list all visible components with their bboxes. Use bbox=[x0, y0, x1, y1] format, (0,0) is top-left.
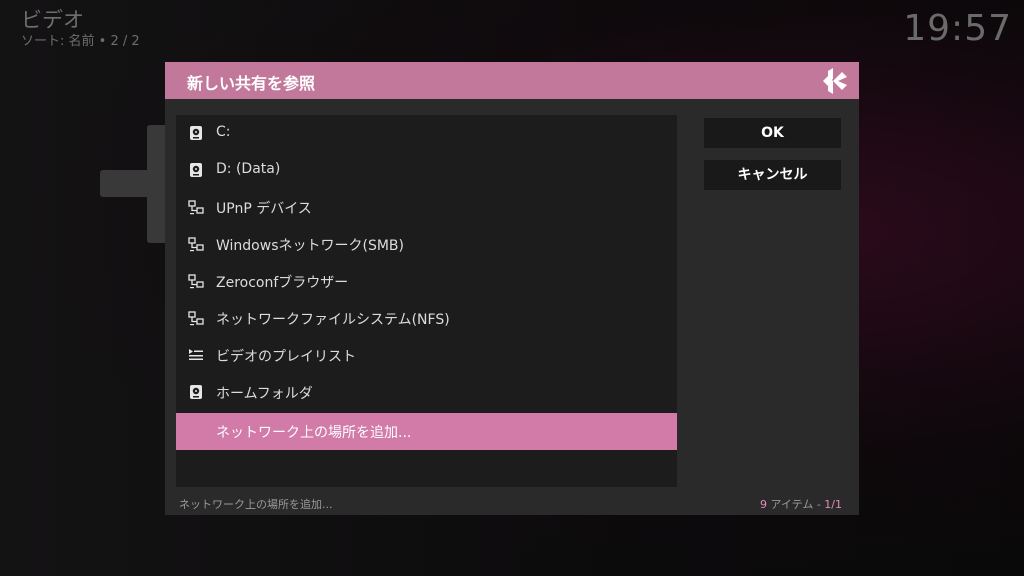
list-item-zeroconf[interactable]: Zeroconfブラウザー bbox=[176, 263, 677, 300]
item-count: 9 bbox=[759, 498, 767, 511]
list-item-label: UPnP デバイス bbox=[216, 201, 312, 217]
network-icon bbox=[188, 200, 204, 215]
list-item-label: Windowsネットワーク(SMB) bbox=[216, 238, 404, 254]
list-item-label: C: bbox=[216, 124, 231, 140]
page-indicator: 1/1 bbox=[824, 498, 842, 511]
list-item-label: D: (Data) bbox=[216, 161, 281, 177]
source-list: C: D: (Data) UPnP デバイス Windowsネットワーク(SMB… bbox=[176, 115, 677, 487]
add-source-plus-icon-bar bbox=[100, 170, 170, 197]
list-item-label: Zeroconfブラウザー bbox=[216, 275, 349, 291]
list-item-label: ネットワーク上の場所を追加... bbox=[216, 425, 412, 441]
network-icon bbox=[188, 274, 204, 289]
network-icon bbox=[188, 311, 204, 326]
list-item-label: ビデオのプレイリスト bbox=[216, 349, 356, 365]
item-count-word: アイテム - bbox=[766, 498, 825, 511]
list-item-smb[interactable]: Windowsネットワーク(SMB) bbox=[176, 226, 677, 263]
item-count-info: 9 アイテム - 1/1 bbox=[760, 496, 842, 512]
clock: 19:57 bbox=[903, 8, 1012, 49]
dialog-title: 新しい共有を参照 bbox=[187, 74, 316, 93]
selected-item-description: ネットワーク上の場所を追加... bbox=[179, 498, 333, 511]
browse-share-dialog: 新しい共有を参照 C: D: (Data) UPnP デバイス Windowsネ… bbox=[165, 62, 859, 515]
list-item-c-drive[interactable]: C: bbox=[176, 115, 677, 152]
list-item-nfs[interactable]: ネットワークファイルシステム(NFS) bbox=[176, 300, 677, 337]
kodi-logo-icon bbox=[823, 68, 847, 94]
list-item-video-playlists[interactable]: ビデオのプレイリスト bbox=[176, 337, 677, 374]
hard-drive-icon bbox=[190, 163, 202, 177]
network-icon bbox=[188, 237, 204, 252]
ok-button[interactable]: OK bbox=[704, 118, 841, 148]
playlist-icon bbox=[189, 349, 203, 360]
sort-info: ソート: 名前 • 2 / 2 bbox=[21, 34, 140, 49]
list-item-label: ネットワークファイルシステム(NFS) bbox=[216, 312, 450, 328]
dialog-header: 新しい共有を参照 bbox=[165, 62, 859, 99]
list-item-home-folder[interactable]: ホームフォルダ bbox=[176, 374, 677, 411]
hard-drive-icon bbox=[190, 385, 202, 399]
hard-drive-icon bbox=[190, 126, 202, 140]
list-item-label: ホームフォルダ bbox=[216, 386, 313, 402]
list-item-upnp[interactable]: UPnP デバイス bbox=[176, 189, 677, 226]
cancel-button[interactable]: キャンセル bbox=[704, 160, 841, 190]
list-item-d-drive[interactable]: D: (Data) bbox=[176, 152, 677, 189]
list-item-add-network-location[interactable]: ネットワーク上の場所を追加... bbox=[176, 413, 677, 450]
